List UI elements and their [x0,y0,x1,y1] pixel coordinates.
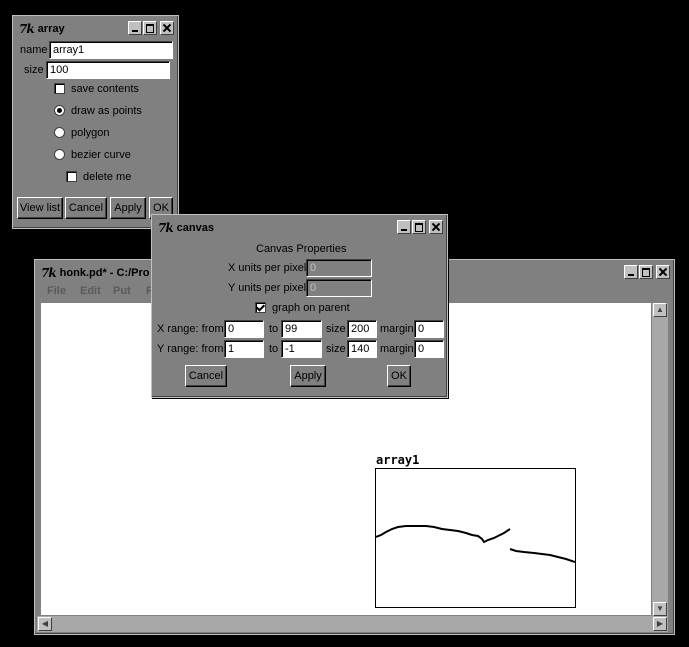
tk-logo-icon: 7k [19,22,35,36]
graph-on-parent-checkbox[interactable] [255,302,266,313]
close-icon[interactable] [160,21,174,35]
save-contents-label: save contents [71,83,139,95]
array-graph[interactable] [375,468,576,608]
window-title: honk.pd* - C:/Pro [59,267,150,279]
size-label: size [24,64,44,76]
y-units-label: Y units per pixel [228,282,307,294]
close-icon[interactable] [656,265,670,279]
y-range-label: Y range: from [157,343,224,355]
y-range-to-label: to [269,343,279,355]
delete-me-label: delete me [83,171,132,183]
scroll-right-icon[interactable]: ▶ [653,617,667,631]
y-size-label: size [326,343,346,355]
x-size-field[interactable]: 200 [347,320,377,338]
maximize-icon[interactable] [412,220,426,234]
menu-file[interactable]: File [47,285,66,297]
apply-button[interactable]: Apply [110,197,146,219]
menu-edit[interactable]: Edit [80,285,101,297]
array-plot [376,525,575,563]
y-range-from-field[interactable]: 1 [224,340,264,358]
maximize-icon[interactable] [143,21,157,35]
delete-me-checkbox[interactable] [66,171,77,182]
tk-logo-icon: 7k [41,266,57,280]
array-titlebar[interactable]: 7k array [15,18,176,40]
draw-as-points-radio[interactable] [54,105,65,116]
minimize-icon[interactable] [624,265,638,279]
x-margin-label: margin [380,323,414,335]
graph-on-parent-label: graph on parent [272,302,350,314]
x-range-from-field[interactable]: 0 [224,320,264,338]
polygon-radio[interactable] [54,127,65,138]
y-margin-field[interactable]: 0 [414,340,444,358]
y-margin-label: margin [380,343,414,355]
cancel-button[interactable]: Cancel [65,197,107,219]
x-size-label: size [326,323,346,335]
x-margin-field[interactable]: 0 [414,320,444,338]
polygon-label: polygon [71,127,110,139]
x-units-label: X units per pixel [228,262,307,274]
close-icon[interactable] [429,220,443,234]
name-label: name [20,44,48,56]
window-title: canvas [176,222,214,234]
tk-logo-icon: 7k [158,221,174,235]
horizontal-scrollbar[interactable]: ◀ ▶ [37,616,668,632]
canvas-properties-window: 7k canvas Canvas Properties X units per … [151,214,448,398]
size-field[interactable]: 100 [46,61,170,79]
scroll-down-icon[interactable]: ▼ [653,602,667,616]
array-properties-window: 7k array name array1 size 100 save conte… [12,15,179,229]
array-points [376,525,575,563]
x-range-label: X range: from [157,323,224,335]
bezier-curve-radio[interactable] [54,149,65,160]
minimize-icon[interactable] [397,220,411,234]
window-title: array [37,23,65,35]
x-range-to-field[interactable]: 99 [281,320,322,338]
maximize-icon[interactable] [639,265,653,279]
canvas-ok-button[interactable]: OK [387,365,411,387]
x-range-to-label: to [269,323,279,335]
y-size-field[interactable]: 140 [347,340,377,358]
menu-put[interactable]: Put [113,285,131,297]
scroll-up-icon[interactable]: ▲ [653,303,667,317]
x-units-field[interactable]: 0 [306,259,372,277]
bezier-curve-label: bezier curve [71,149,131,161]
canvas-apply-button[interactable]: Apply [290,365,326,387]
canvas-cancel-button[interactable]: Cancel [185,365,227,387]
graph-label: array1 [376,453,420,467]
minimize-icon[interactable] [128,21,142,35]
scroll-left-icon[interactable]: ◀ [38,617,52,631]
canvas-titlebar[interactable]: 7k canvas [154,217,445,239]
name-field[interactable]: array1 [49,41,173,59]
y-units-field[interactable]: 0 [306,279,372,297]
view-list-button[interactable]: View list [17,197,63,219]
save-contents-checkbox[interactable] [54,83,65,94]
y-range-to-field[interactable]: -1 [281,340,322,358]
canvas-properties-heading: Canvas Properties [256,243,347,255]
vertical-scrollbar[interactable]: ▲ ▼ [652,303,668,616]
draw-as-points-label: draw as points [71,105,142,117]
